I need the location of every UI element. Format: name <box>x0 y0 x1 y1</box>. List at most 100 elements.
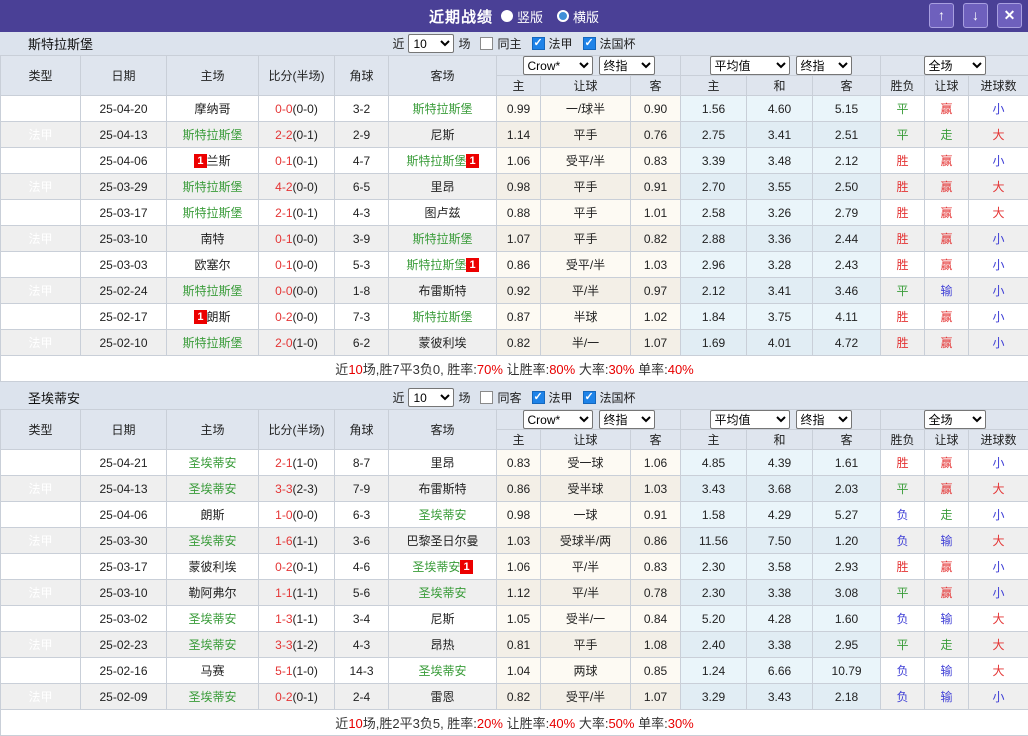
scroll-down-button[interactable]: ↓ <box>963 3 988 28</box>
same-venue-checkbox[interactable] <box>480 391 493 404</box>
up-arrow-icon: ↑ <box>938 7 945 23</box>
league-cell: 法甲 <box>1 122 81 148</box>
home-team-name: 摩纳哥 <box>194 102 230 116</box>
league-cell: 法甲 <box>1 226 81 252</box>
avg-home-odds: 4.85 <box>681 450 747 476</box>
away-team-name: 尼斯 <box>430 128 454 142</box>
same-venue-label: 同主 <box>497 35 521 52</box>
result-handicap: 走 <box>925 502 969 528</box>
radio-icon[interactable] <box>557 10 569 22</box>
result-handicap: 赢 <box>925 96 969 122</box>
result-overunder: 小 <box>969 502 1028 528</box>
home-team-name: 斯特拉斯堡 <box>182 206 242 220</box>
recent-count-select[interactable]: 10 <box>408 34 454 53</box>
recent-count-select[interactable]: 10 <box>408 388 454 407</box>
col-header-avg-away: 客 <box>813 430 881 450</box>
result-handicap: 赢 <box>925 450 969 476</box>
date-cell: 25-03-10 <box>81 580 167 606</box>
halftime-score: (1-0) <box>293 336 318 350</box>
handicap-home-odds: 0.82 <box>497 684 541 710</box>
handicap-home-odds: 0.92 <box>497 278 541 304</box>
odds-time-select[interactable]: 终指 <box>599 56 655 75</box>
result-wdl: 负 <box>881 658 925 684</box>
stats-summary-team1: 近10场,胜7平3负0, 胜率:70% 让胜率:80% 大率:30% 单率:40… <box>1 356 1028 382</box>
avg-odds-select[interactable]: 平均值 <box>710 56 790 75</box>
home-team-cell: 圣埃蒂安 <box>167 450 259 476</box>
away-team-cell: 斯特拉斯堡1 <box>389 252 497 278</box>
halftime-score: (1-1) <box>293 612 318 626</box>
col-header-score: 比分(半场) <box>259 410 335 450</box>
col-header-avg-draw: 和 <box>747 76 813 96</box>
close-button[interactable]: ✕ <box>997 3 1022 28</box>
avg-odds-select[interactable]: 平均值 <box>710 410 790 429</box>
halftime-score: (0-1) <box>293 690 318 704</box>
handicap-home-odds: 0.88 <box>497 200 541 226</box>
league-cell: 法甲 <box>1 684 81 710</box>
handicap-away-odds: 1.03 <box>631 252 681 278</box>
avg-time-select[interactable]: 终指 <box>796 56 852 75</box>
avg-away-odds: 1.61 <box>813 450 881 476</box>
league-cell: 法甲 <box>1 304 81 330</box>
radio-horizontal-layout[interactable]: 横版 <box>557 7 599 26</box>
match-row: 法甲 25-03-29 斯特拉斯堡 4-2(0-0) 6-5 里昂 0.98 平… <box>1 174 1028 200</box>
result-scope-select[interactable]: 全场 <box>924 410 986 429</box>
cup-checkbox[interactable] <box>583 37 596 50</box>
match-row: 法甲 25-02-24 斯特拉斯堡 0-0(0-0) 1-8 布雷斯特 0.92… <box>1 278 1028 304</box>
handicap-away-odds: 1.07 <box>631 330 681 356</box>
league-cell: 法甲 <box>1 632 81 658</box>
red-card-badge: 1 <box>194 154 206 168</box>
avg-away-odds: 3.08 <box>813 580 881 606</box>
avg-home-odds: 2.30 <box>681 554 747 580</box>
avg-home-odds: 2.58 <box>681 200 747 226</box>
col-header-result-goals: 进球数 <box>969 76 1028 96</box>
avg-home-odds: 3.43 <box>681 476 747 502</box>
radio-icon[interactable] <box>501 10 513 22</box>
avg-away-odds: 2.18 <box>813 684 881 710</box>
avg-away-odds: 2.03 <box>813 476 881 502</box>
halftime-score: (1-1) <box>293 534 318 548</box>
fulltime-score: 0-0 <box>275 284 292 298</box>
result-overunder: 大 <box>969 528 1028 554</box>
fulltime-score: 0-1 <box>275 258 292 272</box>
col-header-odds-line: 让球 <box>541 76 631 96</box>
match-row: 法甲 25-02-17 1朗斯 0-2(0-0) 7-3 斯特拉斯堡 0.87 … <box>1 304 1028 330</box>
handicap-home-odds: 1.05 <box>497 606 541 632</box>
bookmaker-select[interactable]: Crow* <box>523 410 593 429</box>
cup-checkbox[interactable] <box>583 391 596 404</box>
corners-cell: 2-9 <box>335 122 389 148</box>
result-wdl: 平 <box>881 580 925 606</box>
same-venue-checkbox[interactable] <box>480 37 493 50</box>
handicap-line: 两球 <box>541 658 631 684</box>
result-handicap: 赢 <box>925 226 969 252</box>
score-cell: 4-2(0-0) <box>259 174 335 200</box>
away-team-cell: 斯特拉斯堡 <box>389 304 497 330</box>
league-checkbox[interactable] <box>532 391 545 404</box>
result-handicap: 赢 <box>925 330 969 356</box>
avg-draw-odds: 3.48 <box>747 148 813 174</box>
score-cell: 0-1(0-0) <box>259 252 335 278</box>
radio-vertical-layout[interactable]: 竖版 <box>501 7 543 26</box>
scroll-up-button[interactable]: ↑ <box>929 3 954 28</box>
result-wdl: 平 <box>881 632 925 658</box>
avg-home-odds: 3.29 <box>681 684 747 710</box>
league-checkbox[interactable] <box>532 37 545 50</box>
away-team-cell: 圣埃蒂安 <box>389 580 497 606</box>
result-overunder: 小 <box>969 330 1028 356</box>
col-header-result-handicap: 让球 <box>925 76 969 96</box>
handicap-away-odds: 1.06 <box>631 450 681 476</box>
away-team-name: 圣埃蒂安 <box>418 508 466 522</box>
league-cell: 法甲 <box>1 554 81 580</box>
bookmaker-select[interactable]: Crow* <box>523 56 593 75</box>
result-wdl: 平 <box>881 122 925 148</box>
fulltime-score: 5-1 <box>275 664 292 678</box>
match-row: 法甲 25-02-09 圣埃蒂安 0-2(0-1) 2-4 雷恩 0.82 受平… <box>1 684 1028 710</box>
away-team-cell: 布雷斯特 <box>389 278 497 304</box>
date-cell: 25-04-13 <box>81 122 167 148</box>
result-scope-select[interactable]: 全场 <box>924 56 986 75</box>
result-overunder: 小 <box>969 580 1028 606</box>
result-overunder: 大 <box>969 658 1028 684</box>
odds-time-select[interactable]: 终指 <box>599 410 655 429</box>
avg-time-select[interactable]: 终指 <box>796 410 852 429</box>
result-handicap: 走 <box>925 122 969 148</box>
result-handicap: 输 <box>925 684 969 710</box>
